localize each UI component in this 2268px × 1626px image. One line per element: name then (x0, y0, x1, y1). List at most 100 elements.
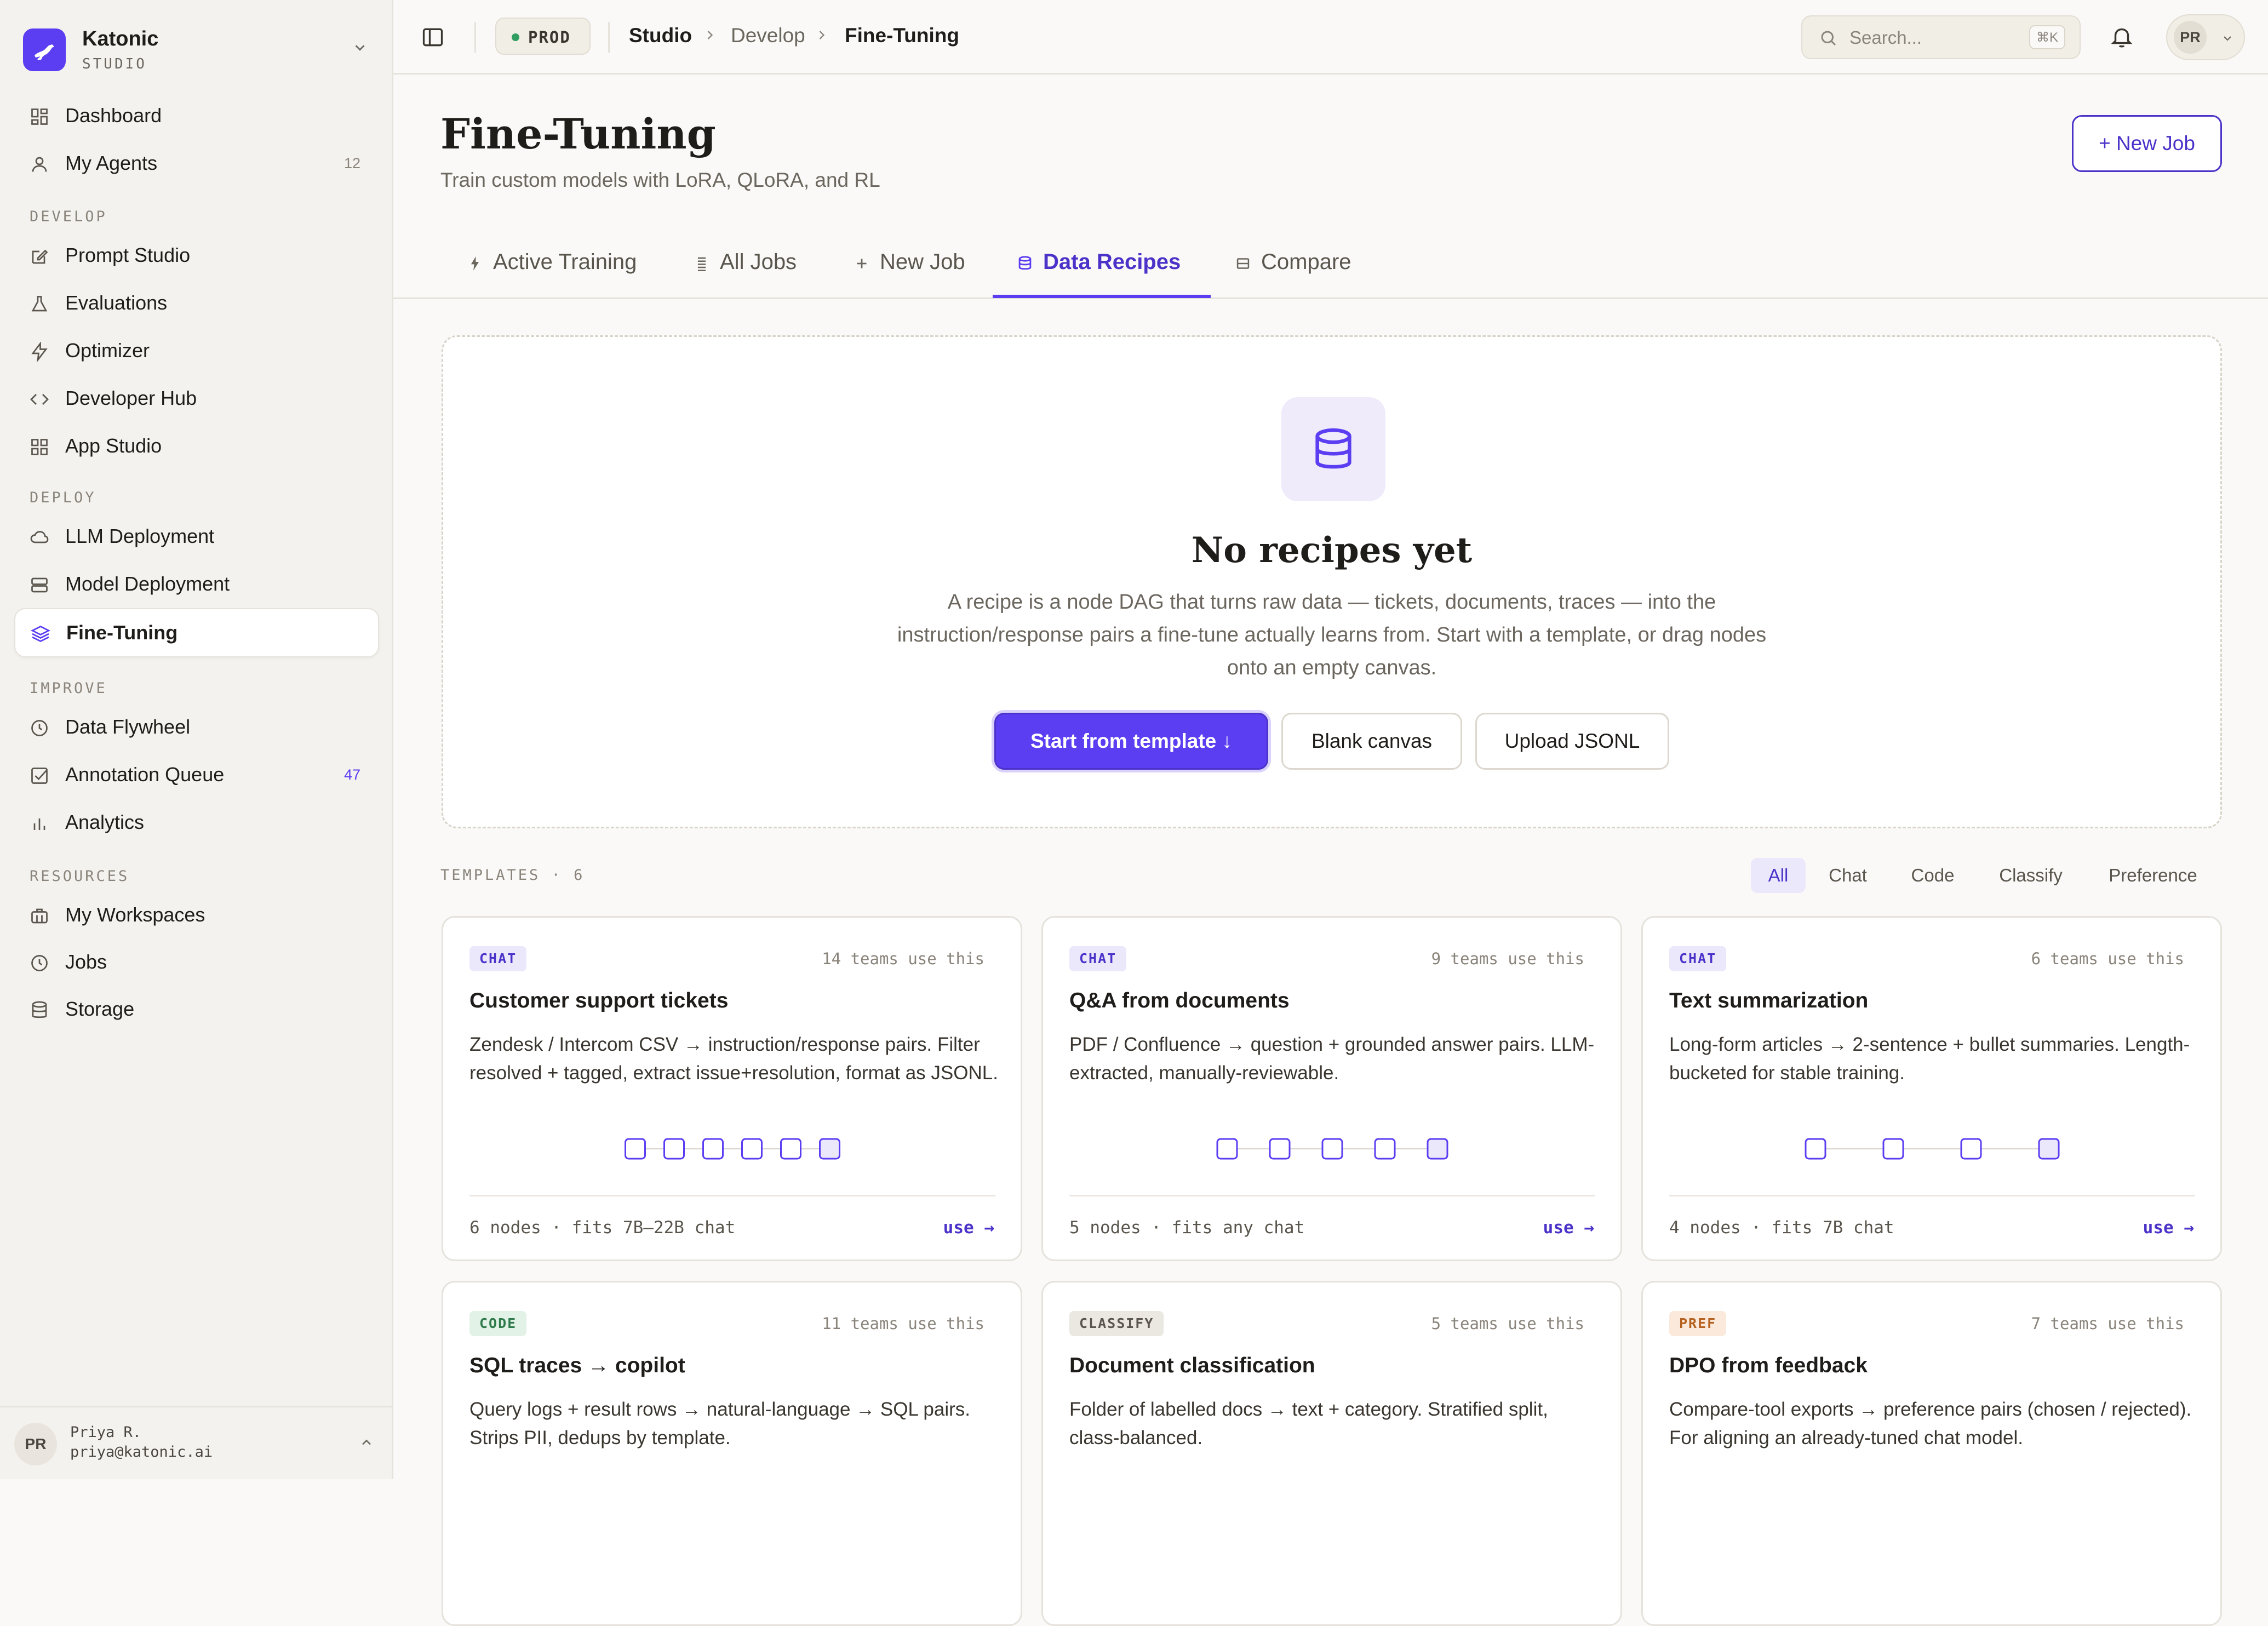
node-pipeline-preview (1216, 1138, 1448, 1160)
pipeline-node (1427, 1138, 1448, 1160)
usage-count: 6 teams use this (2031, 949, 2184, 968)
sidebar-item-label: Data Flywheel (65, 715, 191, 738)
sidebar-item-jobs[interactable]: Jobs (14, 938, 379, 988)
columns-icon (1236, 258, 1250, 269)
filter-all[interactable]: All (1751, 858, 1806, 893)
workspace-switcher[interactable]: Katonic STUDIO (23, 27, 368, 77)
search-input[interactable]: Search... ⌘K (1801, 15, 2081, 59)
grid-icon (31, 108, 48, 125)
sidebar-item-model-deployment[interactable]: Model Deployment (14, 560, 379, 610)
sidebar-item-label: Evaluations (65, 291, 168, 314)
use-template-link[interactable]: use → (1543, 1218, 1594, 1238)
edit-icon (32, 249, 48, 264)
active-tab-indicator (993, 295, 1211, 298)
sidebar-item-label: Model Deployment (65, 572, 230, 595)
filter-classify[interactable]: Classify (1984, 858, 2077, 893)
section-label-develop: DEVELOP (30, 208, 107, 225)
card-description: PDF / Confluence → question + grounded a… (1069, 1034, 1595, 1084)
sidebar-item-dashboard[interactable]: Dashboard (14, 92, 379, 141)
sidebar-item-label: LLM Deployment (65, 525, 215, 547)
pipeline-node (663, 1138, 685, 1160)
account-menu[interactable]: PR (2166, 14, 2245, 60)
template-card-document-classification[interactable]: CLASSIFY 5 teams use this Document class… (1041, 1281, 1622, 1626)
sidebar-item-optimizer[interactable]: Optimizer (14, 327, 379, 376)
use-template-link[interactable]: use → (943, 1218, 994, 1238)
empty-state-icon (1281, 397, 1385, 501)
sidebar-item-data-flywheel[interactable]: Data Flywheel (14, 703, 379, 753)
node-pipeline-preview (1805, 1138, 2060, 1160)
usage-count: 14 teams use this (822, 949, 984, 968)
filter-preference[interactable]: Preference (2098, 858, 2208, 893)
new-job-button[interactable]: + New Job (2072, 115, 2222, 172)
template-card-customer-support[interactable]: CHAT 14 teams use this Customer support … (442, 916, 1022, 1261)
tab-new-job[interactable]: New Job (852, 230, 984, 299)
brand-logo (23, 28, 66, 71)
filter-chat[interactable]: Chat (1818, 858, 1878, 893)
tab-active-training[interactable]: Active Training (466, 230, 646, 299)
database-icon (1315, 428, 1351, 469)
bar-chart-icon (33, 818, 45, 830)
sidebar-item-label: Jobs (65, 951, 107, 973)
sidebar-item-label: Analytics (65, 811, 145, 833)
sidebar-item-llm-deployment[interactable]: LLM Deployment (14, 513, 379, 562)
upload-jsonl-button[interactable]: Upload JSONL (1475, 713, 1669, 770)
sidebar-item-label: Optimizer (65, 339, 150, 362)
sidebar-item-evaluations[interactable]: Evaluations (14, 279, 379, 329)
card-title: Customer support tickets (469, 989, 729, 1012)
sidebar-item-storage[interactable]: Storage (14, 986, 379, 1035)
sidebar-toggle-icon[interactable] (421, 25, 445, 49)
status-dot (512, 33, 519, 41)
agent-count-badge: 12 (343, 155, 360, 171)
environment-badge[interactable]: PROD (495, 18, 591, 55)
usage-count: 9 teams use this (1431, 949, 1584, 968)
brand-subtitle: STUDIO (82, 56, 147, 72)
bolt-icon (31, 342, 48, 362)
category-tag: CHAT (1069, 946, 1127, 971)
pipeline-node (780, 1138, 801, 1160)
user-menu[interactable]: PR Priya R. priya@katonic.ai (0, 1406, 392, 1479)
card-description: Long-form articles → 2-sentence + bullet… (1669, 1034, 2190, 1084)
sidebar-item-app-studio[interactable]: App Studio (14, 422, 379, 472)
pipeline-node (1960, 1138, 1982, 1160)
sidebar-item-my-agents[interactable]: My Agents 12 (14, 140, 379, 189)
database-icon (1018, 256, 1032, 270)
sidebar-item-prompt-studio[interactable]: Prompt Studio (14, 232, 379, 281)
sidebar-item-annotation-queue[interactable]: Annotation Queue 47 (14, 751, 379, 800)
pipeline-node (1805, 1138, 1826, 1160)
pipeline-node (702, 1138, 724, 1160)
blank-canvas-button[interactable]: Blank canvas (1281, 713, 1462, 770)
template-card-text-summarization[interactable]: CHAT 6 teams use this Text summarization… (1641, 916, 2222, 1261)
section-label-deploy: DEPLOY (30, 489, 96, 506)
start-from-template-button[interactable]: Start from template ↓ (994, 713, 1268, 770)
tab-compare[interactable]: Compare (1234, 230, 1376, 299)
empty-state-description: A recipe is a node DAG that turns raw da… (897, 591, 1767, 679)
category-tag: CLASSIFY (1069, 1311, 1164, 1336)
tab-all-jobs[interactable]: All Jobs (692, 230, 818, 299)
breadcrumb-studio[interactable]: Studio (629, 24, 692, 47)
section-label-resources: RESOURCES (30, 868, 130, 885)
usage-count: 11 teams use this (822, 1314, 984, 1333)
sidebar-item-analytics[interactable]: Analytics (14, 799, 379, 848)
use-template-link[interactable]: use → (2143, 1218, 2194, 1238)
tab-label: Compare (1261, 250, 1351, 274)
server-icon (31, 577, 48, 593)
tab-data-recipes[interactable]: Data Recipes (1016, 230, 1202, 299)
usage-count: 5 teams use this (1431, 1314, 1584, 1333)
card-meta: 6 nodes · fits 7B–22B chat (469, 1218, 736, 1238)
breadcrumb-develop[interactable]: Develop (731, 24, 805, 47)
bell-icon[interactable] (2109, 24, 2134, 49)
search-placeholder: Search... (1849, 27, 1922, 48)
sidebar-item-developer-hub[interactable]: Developer Hub (14, 375, 379, 424)
filter-code[interactable]: Code (1900, 858, 1966, 893)
user-email: priya@katonic.ai (70, 1444, 213, 1461)
chevron-down-icon (2224, 36, 2231, 41)
template-card-qa-documents[interactable]: CHAT 9 teams use this Q&A from documents… (1041, 916, 1622, 1261)
divider (608, 22, 610, 53)
sidebar-item-fine-tuning[interactable]: Fine-Tuning (14, 608, 379, 657)
template-card-dpo-feedback[interactable]: PREF 7 teams use this DPO from feedback … (1641, 1281, 2222, 1626)
tab-label: Active Training (493, 250, 637, 274)
template-card-sql-traces[interactable]: CODE 11 teams use this SQL traces → copi… (442, 1281, 1022, 1626)
sidebar-item-my-workspaces[interactable]: My Workspaces (14, 891, 379, 941)
card-meta: 4 nodes · fits 7B chat (1669, 1218, 1894, 1238)
card-title: Q&A from documents (1069, 989, 1290, 1012)
